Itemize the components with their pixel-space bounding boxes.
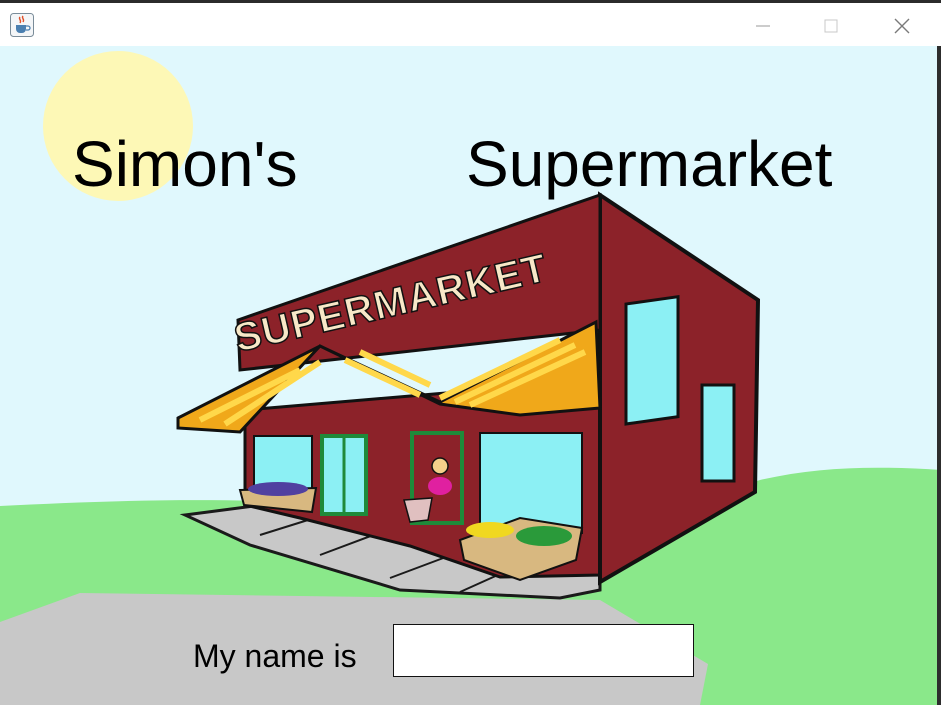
close-icon bbox=[894, 18, 910, 34]
close-button[interactable] bbox=[873, 7, 931, 45]
name-input[interactable] bbox=[393, 624, 694, 677]
minimize-icon bbox=[756, 25, 770, 27]
front-window-right bbox=[479, 432, 583, 534]
shopper-head bbox=[431, 457, 449, 475]
maximize-icon bbox=[824, 19, 838, 33]
name-label: My name is bbox=[193, 638, 357, 674]
java-cup-icon[interactable] bbox=[10, 13, 34, 37]
window-edge bbox=[937, 46, 941, 705]
side-window-1 bbox=[624, 295, 680, 426]
minimize-button[interactable] bbox=[734, 7, 792, 45]
side-window-2 bbox=[700, 383, 736, 483]
shopper-body bbox=[428, 477, 452, 495]
maximize-button[interactable] bbox=[802, 7, 860, 45]
window-title-bar bbox=[0, 0, 941, 46]
title-left: Simon's bbox=[72, 128, 298, 200]
title-right: Supermarket bbox=[466, 128, 833, 200]
